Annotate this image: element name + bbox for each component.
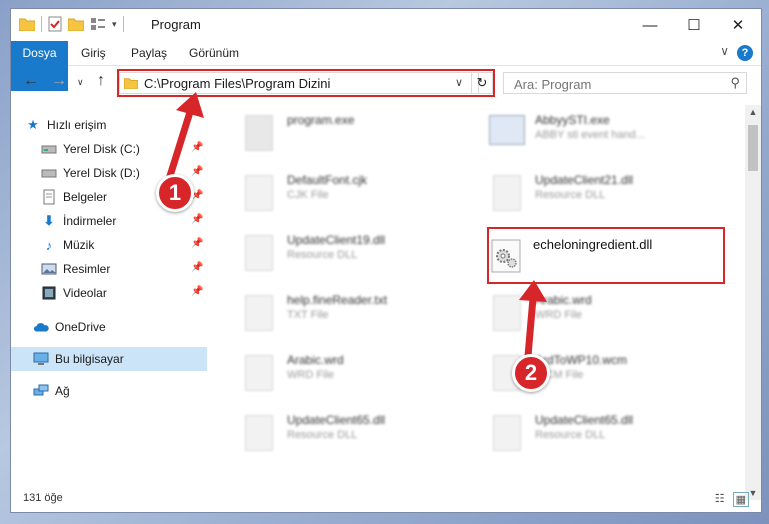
arrow-head-target-file: [519, 280, 547, 302]
callout-badge-1: 1: [156, 174, 194, 212]
arrow-to-target-file: [524, 294, 537, 360]
callout-arrows: [166, 92, 547, 360]
callout-badge-2: 2: [512, 354, 550, 392]
arrow-to-address-bar: [166, 108, 194, 180]
